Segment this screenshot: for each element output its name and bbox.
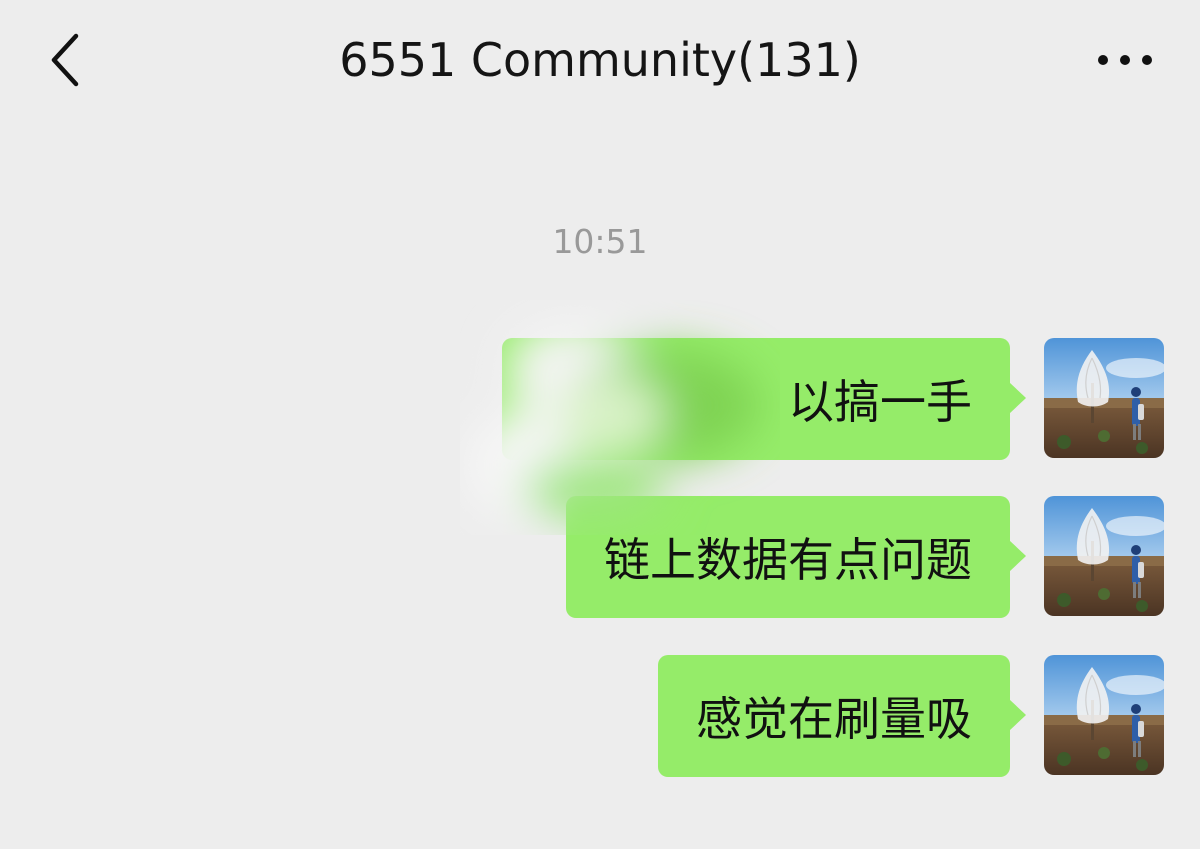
avatar-image (1044, 655, 1164, 775)
user-avatar[interactable] (1044, 338, 1164, 458)
bubble-tail (1009, 382, 1026, 414)
message-timestamp: 10:51 (552, 222, 648, 261)
message-row: 感觉在刷量吸 (658, 655, 1164, 777)
message-bubble[interactable]: 链上数据有点问题 (566, 496, 1026, 618)
more-dots-icon (1098, 55, 1152, 65)
bubble-tail (1009, 540, 1026, 572)
message-text: 感觉在刷量吸 (696, 692, 972, 746)
message-text: 以搞一手 (788, 375, 972, 429)
user-avatar[interactable] (1044, 496, 1164, 616)
user-avatar[interactable] (1044, 655, 1164, 775)
top-nav-bar: 6551 Community(131) (0, 0, 1200, 120)
chat-title: 6551 Community(131) (339, 33, 861, 87)
avatar-image (1044, 338, 1164, 458)
message-bubble[interactable]: 感觉在刷量吸 (658, 655, 1026, 777)
avatar-image (1044, 496, 1164, 616)
message-bubble[interactable]: 以搞一手 (502, 338, 1026, 460)
bubble-tail (1009, 699, 1026, 731)
message-text: 链上数据有点问题 (604, 533, 972, 587)
message-row: 以搞一手 (502, 338, 1164, 460)
more-options-button[interactable] (1090, 38, 1160, 82)
message-row: 链上数据有点问题 (566, 496, 1164, 618)
